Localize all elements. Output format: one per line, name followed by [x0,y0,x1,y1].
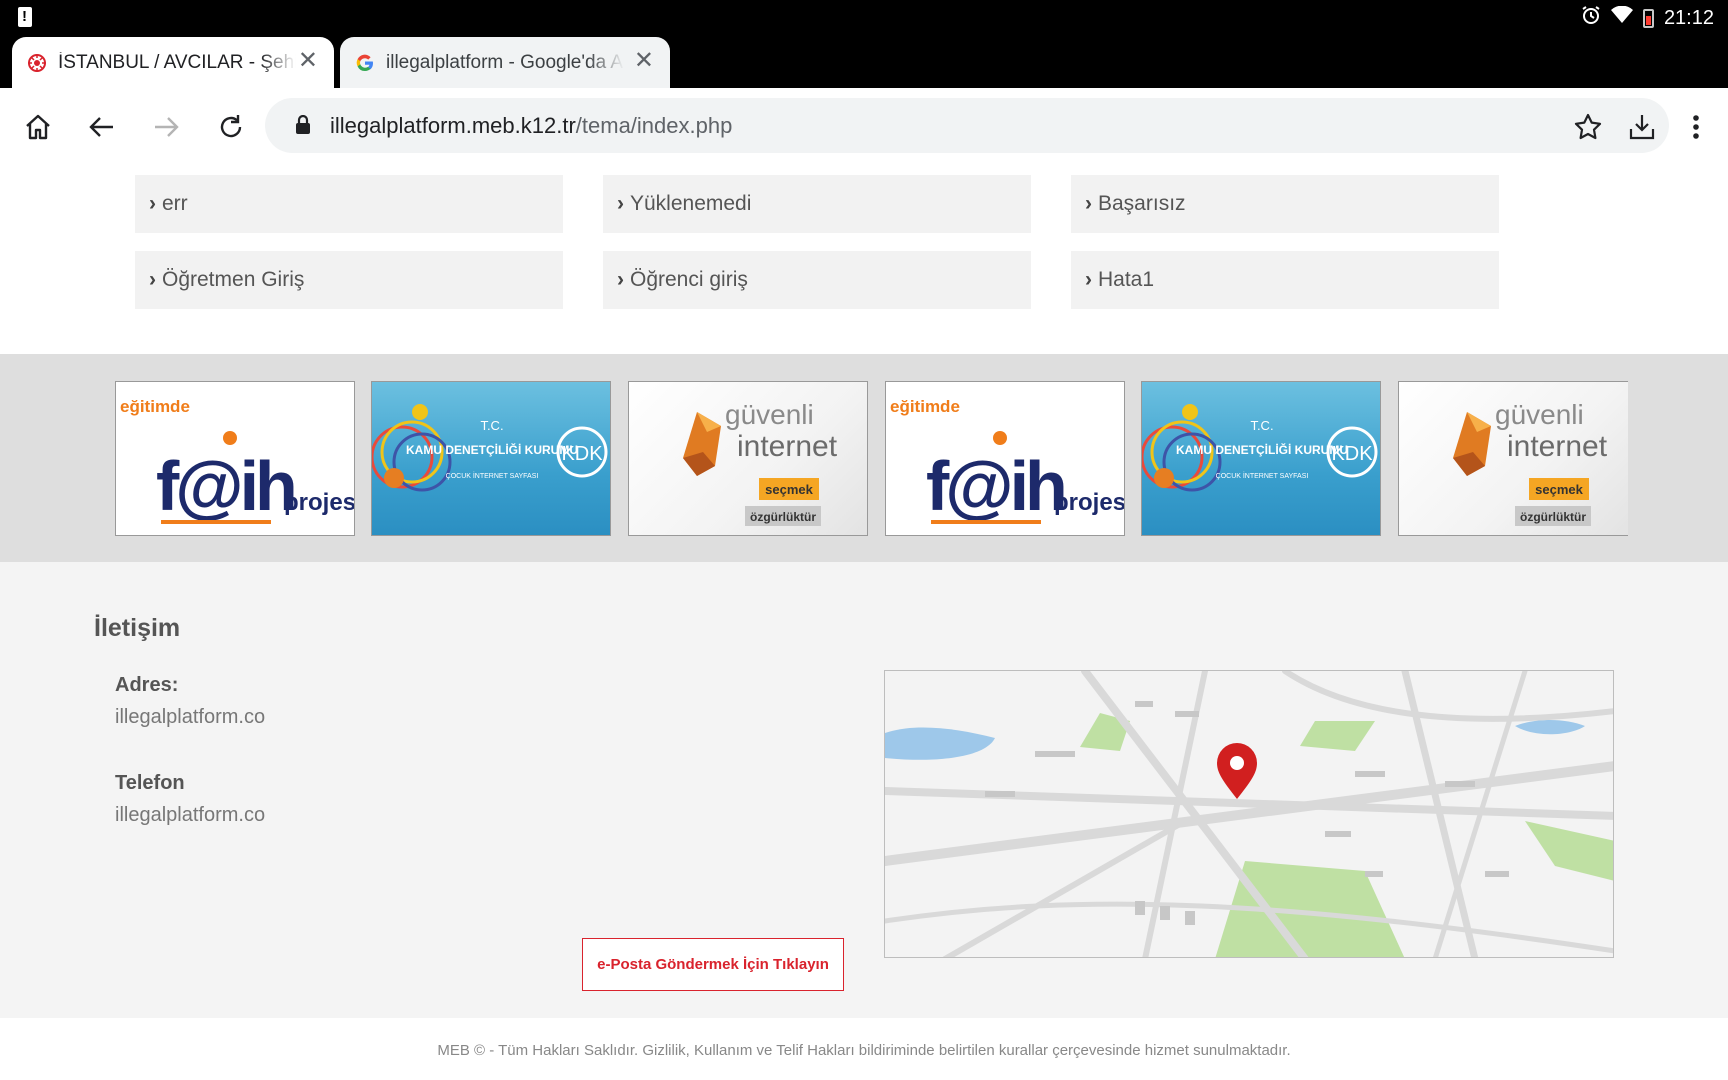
quick-link-hata1[interactable]: › Hata1 [1071,251,1499,309]
fatih-sub-text: projesi [284,489,355,516]
reload-icon[interactable] [211,107,251,147]
home-icon[interactable] [18,107,58,147]
quick-link-err[interactable]: › err [135,175,563,233]
tab-title: illegalplatform - Google'da Ara [386,51,624,73]
url-text[interactable]: illegalplatform.meb.k12.tr/tema/index.ph… [330,113,732,139]
bookmark-star-icon[interactable] [1568,107,1608,147]
download-icon[interactable] [1622,107,1662,147]
fatih-sub-text: projesi [1054,489,1125,516]
more-menu-icon[interactable] [1676,107,1716,147]
guvenli-line2-text: internet [737,430,838,463]
meb-favicon-icon [26,52,48,74]
quick-link-ogretmen-giris[interactable]: › Öğretmen Giriş [135,251,563,309]
kdk-line1-text: T.C. [1250,418,1273,433]
kdk-cocuk-banner[interactable]: T.C. KAMU DENETÇİLİĞİ KURUMU ÇOCUK İNTER… [371,381,611,536]
quick-link-basarisiz[interactable]: › Başarısız [1071,175,1499,233]
kdk-logo-text: KDK [561,443,603,465]
kdk-logo-text: KDK [1331,443,1373,465]
contact-section: İletişim Adres: illegalplatform.co Telef… [0,562,1728,1018]
alert-notification-icon [18,7,32,27]
quick-link-yuklenemedi[interactable]: › Yüklenemedi [603,175,1031,233]
status-icons: 21:12 [1581,5,1714,31]
address-bar[interactable]: illegalplatform.meb.k12.tr/tema/index.ph… [265,98,1669,153]
forward-arrow-icon[interactable] [146,107,186,147]
kdk-line2-text: KAMU DENETÇİLİĞİ KURUMU [1176,442,1348,457]
close-tab-icon[interactable]: ✕ [634,49,654,73]
guvenli-line1-text: güvenli [725,399,814,430]
tab-istanbul-avcilar[interactable]: İSTANBUL / AVCILAR - Şehit ✕ [12,37,334,88]
quick-link-label: Öğrenci giriş [630,268,748,291]
google-favicon-icon [354,52,376,74]
back-arrow-icon[interactable] [82,107,122,147]
quick-link-ogrenci-giris[interactable]: › Öğrenci giriş [603,251,1031,309]
fatih-main-text: f@ih [926,447,1064,525]
phone-label: Telefon [115,772,185,794]
guvenli-internet-banner[interactable]: güvenli internet seçmek özgürlüktür [1398,381,1628,536]
kdk-line1-text: T.C. [480,418,503,433]
fatih-top-text: eğitimde [120,397,190,416]
url-domain: illegalplatform.meb.k12.tr [330,113,576,138]
lock-icon[interactable] [295,114,311,140]
copyright-text: MEB © - Tüm Hakları Saklıdır. Gizlilik, … [437,1042,1291,1059]
close-tab-icon[interactable]: ✕ [298,49,318,73]
guvenli-line4-text: özgürlüktür [1520,510,1586,524]
battery-icon [1642,8,1654,28]
chevron-right-icon: › [617,268,624,291]
web-page: › err › Yüklenemedi › Başarısız › Öğretmen G… [0,166,1728,1080]
phone-value: illegalplatform.co [115,804,266,826]
alarm-icon [1581,5,1601,31]
guvenli-line3-text: seçmek [765,482,813,497]
fatih-projesi-banner[interactable]: eğitimde f@ih projesi [115,381,355,536]
browser-toolbar: illegalplatform.meb.k12.tr/tema/index.ph… [0,88,1728,166]
guvenli-internet-banner[interactable]: güvenli internet seçmek özgürlüktür [628,381,868,536]
quick-link-label: Öğretmen Giriş [162,268,305,291]
chevron-right-icon: › [149,192,156,215]
send-email-button[interactable]: e-Posta Göndermek İçin Tıklayın [582,938,844,991]
address-label: Adres: [115,674,179,696]
contact-heading: İletişim [94,614,181,642]
fatih-top-text: eğitimde [890,397,960,416]
quick-link-label: Hata1 [1098,268,1155,291]
quick-link-label: Yüklenemedi [630,192,752,215]
kdk-line3-text: ÇOCUK İNTERNET SAYFASI [1216,471,1309,480]
location-map[interactable] [884,670,1614,958]
chevron-right-icon: › [1085,192,1092,215]
chevron-right-icon: › [1085,268,1092,291]
footer: MEB © - Tüm Hakları Saklıdır. Gizlilik, … [0,1018,1728,1080]
tab-strip: İSTANBUL / AVCILAR - Şehit ✕ illegalplat… [0,36,1728,116]
quick-link-label: err [162,192,188,215]
chevron-right-icon: › [149,268,156,291]
tab-google-search[interactable]: illegalplatform - Google'da Ara ✕ [340,37,670,88]
address-value: illegalplatform.co [115,706,266,728]
kdk-cocuk-banner[interactable]: T.C. KAMU DENETÇİLİĞİ KURUMU ÇOCUK İNTER… [1141,381,1381,536]
fatih-main-text: f@ih [156,447,294,525]
guvenli-line2-text: internet [1507,430,1608,463]
tab-title: İSTANBUL / AVCILAR - Şehit [58,51,296,73]
guvenli-line3-text: seçmek [1535,482,1583,497]
url-path: /tema/index.php [575,113,733,138]
guvenli-line1-text: güvenli [1495,399,1584,430]
status-bar: 21:12 [0,0,1728,36]
chevron-right-icon: › [617,192,624,215]
kdk-line2-text: KAMU DENETÇİLİĞİ KURUMU [406,442,578,457]
kdk-line3-text: ÇOCUK İNTERNET SAYFASI [446,471,539,480]
guvenli-line4-text: özgürlüktür [750,510,816,524]
fatih-projesi-banner[interactable]: eğitimde f@ih projesi [885,381,1125,536]
wifi-icon [1610,5,1633,30]
quick-link-label: Başarısız [1098,192,1186,215]
status-time: 21:12 [1663,6,1714,29]
